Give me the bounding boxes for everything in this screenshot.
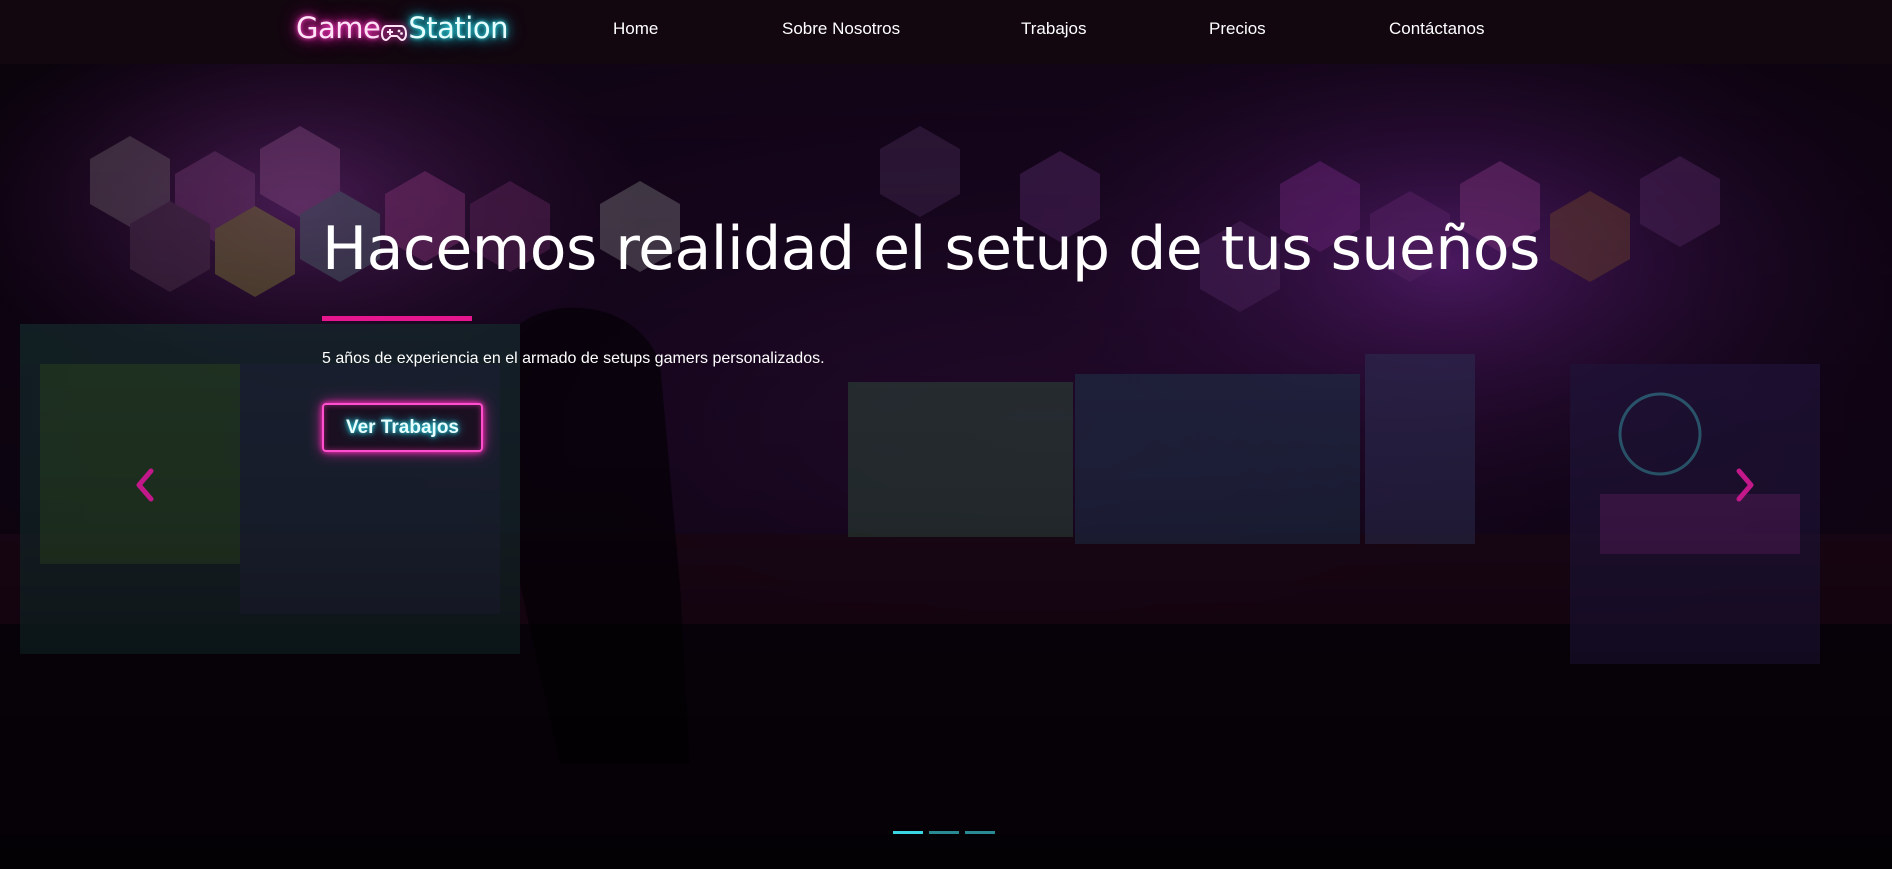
carousel-indicator-1[interactable] [893,831,923,834]
nav-home[interactable]: Home [613,19,658,39]
carousel-indicator-2[interactable] [929,831,959,834]
brand-logo-part-station: Station [408,11,508,45]
nav-trabajos[interactable]: Trabajos [1021,19,1087,39]
chevron-left-icon [136,468,154,502]
hero-carousel: Hacemos realidad el setup de tus sueños … [0,64,1892,869]
nav-contactanos[interactable]: Contáctanos [1389,19,1484,39]
ver-trabajos-button[interactable]: Ver Trabajos [322,403,483,452]
brand-logo-part-game: Game [296,11,381,45]
headline-underline [322,316,472,321]
nav-precios[interactable]: Precios [1209,19,1266,39]
carousel-prev-button[interactable] [129,463,159,507]
carousel-indicators [893,831,995,834]
hero-subtitle: 5 años de experiencia en el armado de se… [322,350,825,367]
gamepad-icon [381,16,408,42]
hero-headline: Hacemos realidad el setup de tus sueños [322,214,1540,284]
hero-overlay [0,64,1892,869]
carousel-indicator-3[interactable] [965,831,995,834]
nav-sobre-nosotros[interactable]: Sobre Nosotros [782,19,900,39]
chevron-right-icon [1736,468,1754,502]
carousel-next-button[interactable] [1731,463,1761,507]
navbar: Game Station Home Sobre Nosotros Trabajo… [0,0,1892,64]
brand-logo[interactable]: Game Station [296,8,508,48]
page: Game Station Home Sobre Nosotros Trabajo… [0,0,1892,869]
